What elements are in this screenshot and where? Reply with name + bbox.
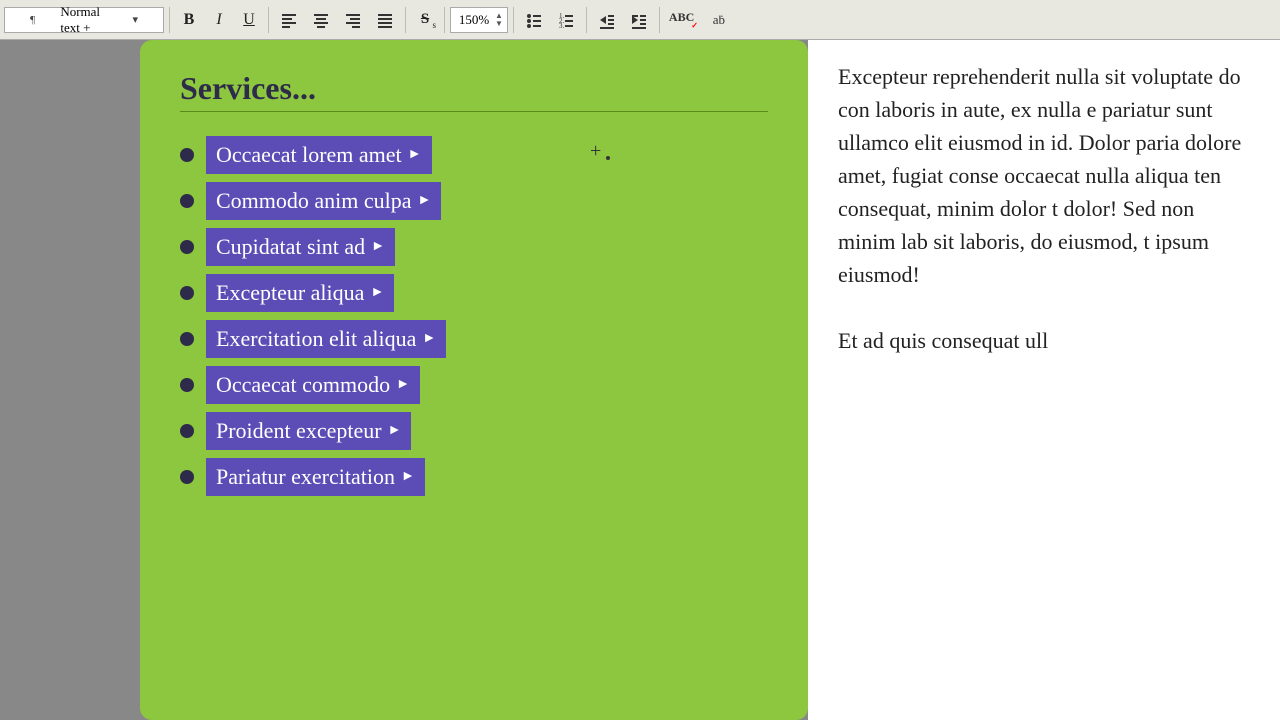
bullet <box>180 424 194 438</box>
right-panel-text-2: Et ad quis consequat ull <box>838 324 1250 357</box>
align-right-button[interactable] <box>338 7 368 33</box>
zoom-arrows[interactable]: ▲ ▼ <box>495 9 503 31</box>
zoom-down-arrow[interactable]: ▼ <box>495 20 503 28</box>
arrow-icon: ► <box>422 331 436 347</box>
indent-button[interactable] <box>624 7 654 33</box>
arrow-icon: ► <box>408 147 422 163</box>
right-panel-text: Excepteur reprehenderit nulla sit volupt… <box>838 60 1250 291</box>
bullet <box>180 286 194 300</box>
arrow-icon: ► <box>396 377 410 393</box>
bullet <box>180 148 194 162</box>
separator-1 <box>169 7 170 33</box>
align-left-button[interactable] <box>274 7 304 33</box>
service-link[interactable]: Exercitation elit aliqua ► <box>206 320 446 358</box>
list-item: Excepteur aliqua ► <box>180 274 768 312</box>
bullet <box>180 194 194 208</box>
service-link[interactable]: Excepteur aliqua ► <box>206 274 394 312</box>
list-item: Cupidatat sint ad ► <box>180 228 768 266</box>
content-area: Services... Occaecat lorem amet ► Commod… <box>0 40 1280 720</box>
service-link[interactable]: Proident excepteur ► <box>206 412 411 450</box>
align-center-button[interactable] <box>306 7 336 33</box>
right-panel: Excepteur reprehenderit nulla sit volupt… <box>808 40 1280 720</box>
arrow-icon: ► <box>418 193 432 209</box>
services-list: Occaecat lorem amet ► Commodo anim culpa… <box>180 136 768 496</box>
separator-6 <box>586 7 587 33</box>
panel-title: Services... <box>180 70 768 112</box>
strikethrough-button[interactable]: S s <box>411 7 439 33</box>
service-link[interactable]: Pariatur exercitation ► <box>206 458 425 496</box>
left-sidebar <box>0 40 140 720</box>
separator-4 <box>444 7 445 33</box>
list-item: Occaecat commodo ► <box>180 366 768 404</box>
green-panel: Services... Occaecat lorem amet ► Commod… <box>140 40 808 720</box>
underline-button[interactable]: U <box>235 7 263 33</box>
outdent-button[interactable] <box>592 7 622 33</box>
italic-button[interactable]: I <box>205 7 233 33</box>
list-item: Occaecat lorem amet ► <box>180 136 768 174</box>
separator-3 <box>405 7 406 33</box>
list-item: Proident excepteur ► <box>180 412 768 450</box>
bullet <box>180 378 194 392</box>
paragraph-icon: ¶ <box>9 13 56 27</box>
toolbar: ¶ Normal text + ▾ B I U S s 150% ▲ ▼ <box>0 0 1280 40</box>
bullet <box>180 332 194 346</box>
bullet <box>180 470 194 484</box>
character-format-button[interactable]: aḃ <box>703 7 735 33</box>
unordered-list-button[interactable] <box>519 7 549 33</box>
service-link[interactable]: Occaecat lorem amet ► <box>206 136 432 174</box>
arrow-icon: ► <box>370 285 384 301</box>
service-link[interactable]: Occaecat commodo ► <box>206 366 420 404</box>
zoom-value: 150% <box>455 12 493 28</box>
spellcheck-button[interactable]: ABC ✓ <box>665 7 701 33</box>
arrow-icon: ► <box>401 469 415 485</box>
svg-text:3.: 3. <box>559 22 565 29</box>
list-item: Exercitation elit aliqua ► <box>180 320 768 358</box>
service-link[interactable]: Cupidatat sint ad ► <box>206 228 395 266</box>
align-justify-button[interactable] <box>370 7 400 33</box>
arrow-icon: ► <box>371 239 385 255</box>
separator-2 <box>268 7 269 33</box>
style-selector[interactable]: ¶ Normal text + ▾ <box>4 7 164 33</box>
bold-button[interactable]: B <box>175 7 203 33</box>
separator-5 <box>513 7 514 33</box>
service-link[interactable]: Commodo anim culpa ► <box>206 182 441 220</box>
list-item: Commodo anim culpa ► <box>180 182 768 220</box>
bullet <box>180 240 194 254</box>
style-label: Normal text + <box>60 4 107 36</box>
arrow-icon: ► <box>388 423 402 439</box>
separator-7 <box>659 7 660 33</box>
zoom-control[interactable]: 150% ▲ ▼ <box>450 7 508 33</box>
ordered-list-button[interactable]: 1. 2. 3. <box>551 7 581 33</box>
dropdown-arrow-icon: ▾ <box>112 13 159 27</box>
list-item: Pariatur exercitation ► <box>180 458 768 496</box>
